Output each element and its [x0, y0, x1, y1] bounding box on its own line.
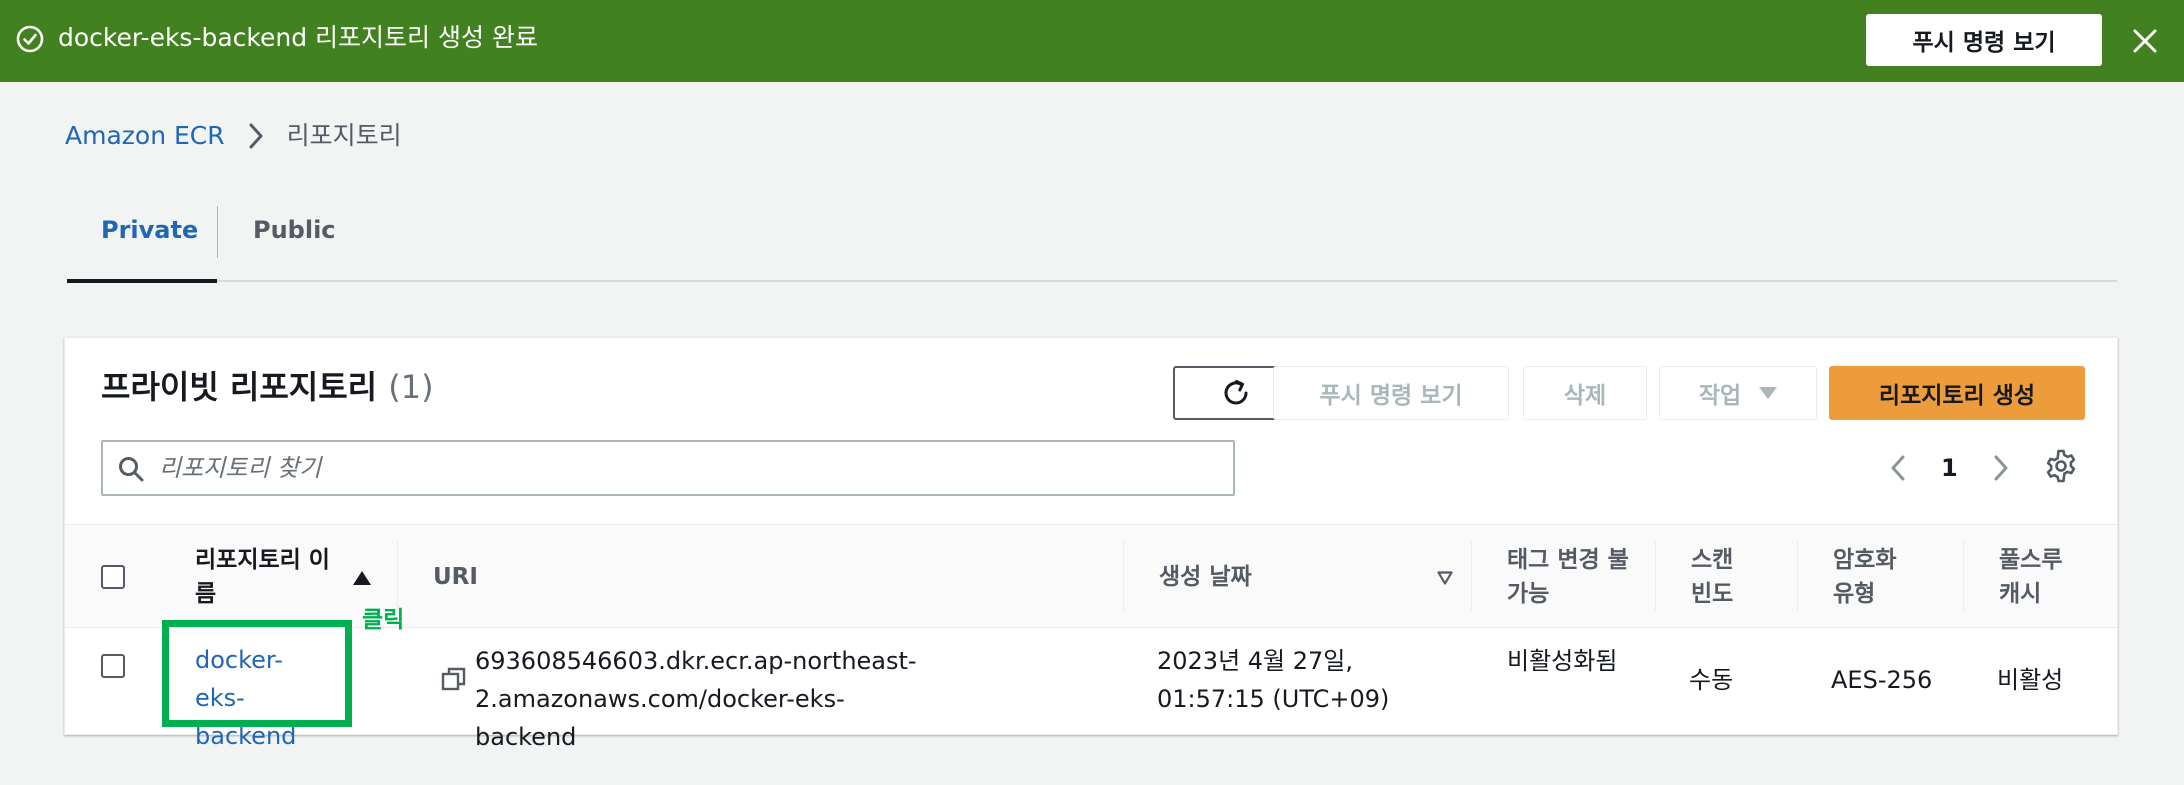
- breadcrumb-chevron-icon: [249, 123, 263, 149]
- search-icon: [119, 457, 144, 482]
- private-repositories-panel: 프라이빗 리포지토리 (1) 푸시 명령 보기 삭제 작업 리포지토리 생성 1: [64, 337, 2118, 751]
- column-divider: [1471, 541, 1472, 611]
- sort-descending-icon[interactable]: [1437, 571, 1453, 585]
- column-divider: [1123, 541, 1124, 611]
- column-header-tag-immutability[interactable]: 태그 변경 불가능: [1507, 543, 1637, 611]
- search-input[interactable]: [159, 450, 1219, 486]
- copy-icon[interactable]: [441, 666, 467, 692]
- create-repository-label: 리포지토리 생성: [1878, 383, 2036, 409]
- search-box[interactable]: [101, 440, 1235, 496]
- tab-private[interactable]: Private: [101, 212, 198, 248]
- panel-title-text: 프라이빗 리포지토리: [101, 368, 378, 406]
- repository-uri: 693608546603.dkr.ecr.ap-northeast-2.amaz…: [475, 647, 917, 751]
- delete-label: 삭제: [1563, 383, 1607, 409]
- column-header-encryption[interactable]: 암호화 유형: [1833, 543, 1923, 611]
- next-page-icon[interactable]: [1988, 452, 2014, 484]
- actions-label: 작업: [1698, 383, 1742, 409]
- flash-message: docker-eks-backend 리포지토리 생성 완료: [58, 23, 538, 52]
- sort-ascending-icon[interactable]: [353, 571, 371, 585]
- pagination: 1: [1885, 446, 2014, 490]
- actions-dropdown[interactable]: 작업: [1659, 366, 1817, 420]
- settings-gear-icon[interactable]: [2043, 448, 2079, 484]
- column-header-created[interactable]: 생성 날짜: [1159, 560, 1252, 594]
- repository-pull-through-cache: 비활성: [1997, 666, 2064, 694]
- column-header-scan-frequency[interactable]: 스캔 빈도: [1691, 543, 1761, 611]
- view-push-commands-button[interactable]: 푸시 명령 보기: [1273, 366, 1509, 420]
- flash-view-push-commands-button[interactable]: 푸시 명령 보기: [1866, 14, 2102, 66]
- prev-page-icon[interactable]: [1885, 452, 1911, 484]
- column-header-pull-through-cache[interactable]: 풀스루 캐시: [1999, 543, 2089, 611]
- breadcrumb-current: 리포지토리: [286, 121, 402, 150]
- tab-public[interactable]: Public: [253, 212, 336, 248]
- select-all-checkbox[interactable]: [101, 565, 125, 589]
- repository-count: (1): [388, 368, 434, 406]
- success-check-icon: [16, 25, 44, 53]
- repository-tag-immutability: 비활성화됨: [1507, 647, 1618, 675]
- create-repository-button[interactable]: 리포지토리 생성: [1829, 366, 2085, 420]
- repository-scan-frequency: 수동: [1689, 666, 1734, 694]
- repository-created-date: 2023년 4월 27일, 01:57:15 (UTC+09): [1157, 647, 1390, 713]
- close-icon[interactable]: [2128, 24, 2162, 58]
- breadcrumb: Amazon ECR 리포지토리: [65, 118, 402, 154]
- column-header-uri[interactable]: URI: [433, 560, 478, 594]
- caret-down-icon: [1759, 387, 1778, 399]
- repository-encryption: AES-256: [1831, 666, 1933, 694]
- delete-button[interactable]: 삭제: [1523, 366, 1647, 420]
- row-select-checkbox[interactable]: [101, 654, 125, 678]
- annotation-click-label: 클릭: [362, 607, 405, 633]
- active-tab-indicator: [67, 279, 217, 283]
- refresh-icon: [1224, 380, 1248, 405]
- view-push-commands-label: 푸시 명령 보기: [1319, 383, 1463, 409]
- table-row: [65, 628, 2117, 736]
- column-divider: [1963, 541, 1964, 611]
- annotation-highlight-box: [162, 620, 352, 727]
- column-divider: [1655, 541, 1656, 611]
- current-page-number[interactable]: 1: [1941, 454, 1958, 482]
- panel-title: 프라이빗 리포지토리 (1): [101, 365, 434, 409]
- breadcrumb-amazon-ecr-link[interactable]: Amazon ECR: [65, 118, 225, 154]
- tab-divider: [217, 206, 218, 258]
- column-header-name[interactable]: 리포지토리 이름: [195, 543, 335, 611]
- success-flash-bar: docker-eks-backend 리포지토리 생성 완료 푸시 명령 보기: [0, 0, 2184, 82]
- column-divider: [1797, 541, 1798, 611]
- tabs: Private Public: [67, 194, 2117, 283]
